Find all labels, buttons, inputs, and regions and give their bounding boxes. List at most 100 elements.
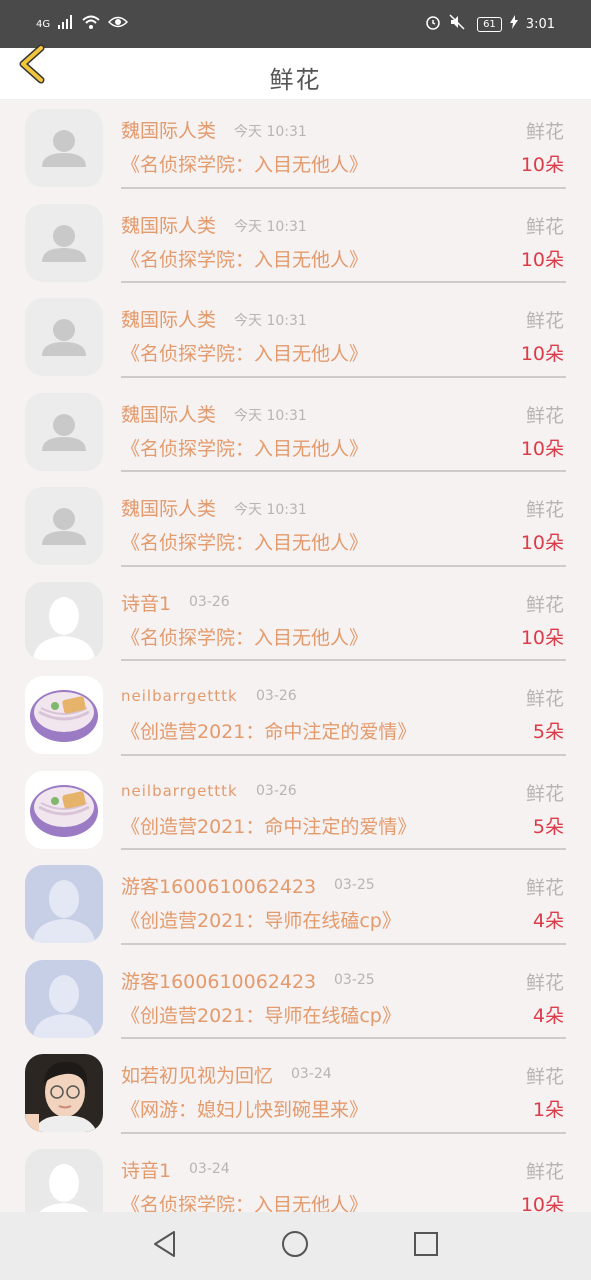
list-item[interactable]: neilbarrgetttk 03-26 鲜花 《创造营2021：命中注定的爱情》 5朵	[0, 667, 591, 762]
row-divider	[121, 564, 566, 567]
avatar[interactable]	[25, 487, 103, 565]
gift-count: 10朵	[520, 626, 564, 649]
clock-time: 3:01	[525, 16, 555, 32]
username: neilbarrgetttk	[121, 781, 238, 800]
gift-count: 4朵	[532, 910, 564, 932]
avatar[interactable]	[25, 581, 103, 660]
avatar[interactable]	[25, 770, 103, 849]
list-item[interactable]: 魏国际人类 今天 10:31 鲜花 《名侦探学院：入目无他人》 10朵	[0, 100, 591, 195]
alarm-icon	[425, 14, 441, 34]
list-item[interactable]: 游客1600610062423 03-25 鲜花 《创造营2021：导师在线磕cp》 4…	[0, 951, 591, 1046]
row-divider	[121, 753, 566, 756]
book-title[interactable]: 《名侦探学院：入目无他人》	[121, 528, 368, 555]
gift-count: 10朵	[520, 437, 564, 460]
default-blue-avatar-icon	[25, 865, 103, 943]
username: 魏国际人类	[121, 214, 217, 237]
list-item[interactable]: neilbarrgetttk 03-26 鲜花 《创造营2021：命中注定的爱情》 5朵	[0, 762, 591, 857]
row-divider	[121, 186, 566, 189]
book-title[interactable]: 《名侦探学院：入目无他人》	[121, 150, 368, 177]
avatar[interactable]	[25, 865, 103, 943]
list-item[interactable]: 魏国际人类 今天 10:31 鲜花 《名侦探学院：入目无他人》 10朵	[0, 289, 591, 384]
default-silhouette-avatar-icon	[25, 1148, 103, 1212]
status-bar: 4G 61 3:01	[0, 0, 591, 48]
gift-type: 鲜花	[525, 404, 564, 427]
username: 魏国际人类	[121, 120, 217, 142]
row-divider	[121, 375, 566, 378]
avatar[interactable]	[25, 298, 103, 376]
timestamp: 03-26	[256, 782, 297, 799]
username: 诗音1	[121, 592, 172, 615]
book-title[interactable]: 《名侦探学院：入目无他人》	[121, 245, 368, 272]
row-divider	[121, 848, 566, 850]
nav-back-button[interactable]	[148, 1229, 182, 1263]
gift-count: 10朵	[520, 248, 564, 271]
book-title[interactable]: 《创造营2021：导师在线磕cp》	[121, 1001, 401, 1028]
row-divider	[121, 470, 566, 472]
username: 游客1600610062423	[121, 970, 317, 993]
row-divider	[121, 281, 566, 283]
square-recents-icon	[413, 1231, 439, 1261]
avatar[interactable]	[25, 1148, 103, 1212]
avatar[interactable]	[25, 959, 103, 1038]
gift-type: 鲜花	[525, 593, 564, 616]
gift-count: 4朵	[532, 1004, 564, 1027]
gift-type: 鲜花	[525, 215, 564, 238]
book-title[interactable]: 《名侦探学院：入目无他人》	[121, 339, 368, 366]
avatar[interactable]	[25, 203, 103, 282]
book-title[interactable]: 《名侦探学院：入目无他人》	[121, 434, 368, 461]
row-divider	[121, 942, 566, 945]
timestamp: 03-25	[334, 971, 375, 988]
avatar[interactable]	[25, 676, 103, 754]
list-item[interactable]: 如若初见视为回忆 03-24 鲜花 《网游：媳妇儿快到碗里来》 1朵	[0, 1045, 591, 1140]
default-blue-avatar-icon	[25, 959, 103, 1038]
list-item[interactable]: 游客1600610062423 03-25 鲜花 《创造营2021：导师在线磕cp》 4…	[0, 856, 591, 951]
book-title[interactable]: 《名侦探学院：入目无他人》	[121, 1190, 368, 1213]
book-title[interactable]: 《创造营2021：命中注定的爱情》	[121, 812, 416, 839]
list-item[interactable]: 魏国际人类 今天 10:31 鲜花《名侦探学院：入目无他人》 10朵	[0, 195, 591, 290]
avatar[interactable]	[25, 392, 103, 471]
photo-person-avatar-icon	[25, 1054, 103, 1132]
book-title[interactable]: 《创造营2021：命中注定的爱情》	[121, 717, 416, 744]
noodle-bowl-avatar-icon	[25, 770, 103, 849]
system-nav-bar	[0, 1212, 591, 1280]
list-item[interactable]: 诗音1 03-24 鲜花 《名侦探学院：入目无他人》 10朵	[0, 1140, 591, 1213]
username: 诗音1	[121, 1159, 172, 1182]
triangle-back-icon	[152, 1230, 178, 1262]
gift-count: 10朵	[520, 154, 564, 176]
timestamp: 今天 10:31	[234, 407, 307, 424]
username: neilbarrgetttk	[121, 687, 238, 705]
gift-type: 鲜花	[525, 310, 564, 332]
nav-home-button[interactable]	[278, 1229, 312, 1263]
gift-type: 鲜花	[525, 1160, 564, 1183]
book-title[interactable]: 《创造营2021：导师在线磕cp》	[121, 906, 401, 933]
row-divider	[121, 1037, 566, 1039]
gift-list[interactable]: 魏国际人类 今天 10:31 鲜花 《名侦探学院：入目无他人》 10朵 魏国际人类 今天 1…	[0, 100, 591, 1212]
noodle-bowl-avatar-icon	[25, 676, 103, 754]
row-divider	[121, 659, 566, 661]
list-item[interactable]: 魏国际人类 今天 10:31 鲜花 《名侦探学院：入目无他人》 10朵	[0, 478, 591, 573]
gift-type: 鲜花	[525, 688, 564, 710]
avatar[interactable]	[25, 109, 103, 187]
gift-type: 鲜花	[525, 499, 564, 521]
timestamp: 03-26	[189, 593, 230, 610]
timestamp: 今天 10:31	[234, 502, 307, 518]
timestamp: 03-24	[291, 1066, 332, 1082]
default-gray-avatar-icon	[25, 109, 103, 187]
book-title[interactable]: 《网游：媳妇儿快到碗里来》	[121, 1095, 368, 1122]
signal-icon	[58, 15, 74, 33]
nav-recents-button[interactable]	[409, 1229, 443, 1263]
list-item[interactable]: 诗音1 03-26 鲜花《名侦探学院：入目无他人》 10朵	[0, 573, 591, 668]
page-title: 鲜花	[269, 66, 322, 94]
gift-type: 鲜花	[525, 877, 564, 899]
wifi-icon	[82, 15, 100, 33]
gift-count: 10朵	[520, 532, 564, 554]
list-item[interactable]: 魏国际人类 今天 10:31 鲜花 《名侦探学院：入目无他人》 10朵	[0, 384, 591, 479]
mute-icon	[449, 14, 465, 34]
username: 游客1600610062423	[121, 876, 317, 898]
gift-count: 10朵	[520, 1193, 564, 1213]
default-gray-avatar-icon	[25, 298, 103, 376]
book-title[interactable]: 《名侦探学院：入目无他人》	[121, 623, 368, 650]
eye-icon	[108, 15, 129, 33]
avatar[interactable]	[25, 1054, 103, 1132]
timestamp: 今天 10:31	[234, 218, 307, 235]
